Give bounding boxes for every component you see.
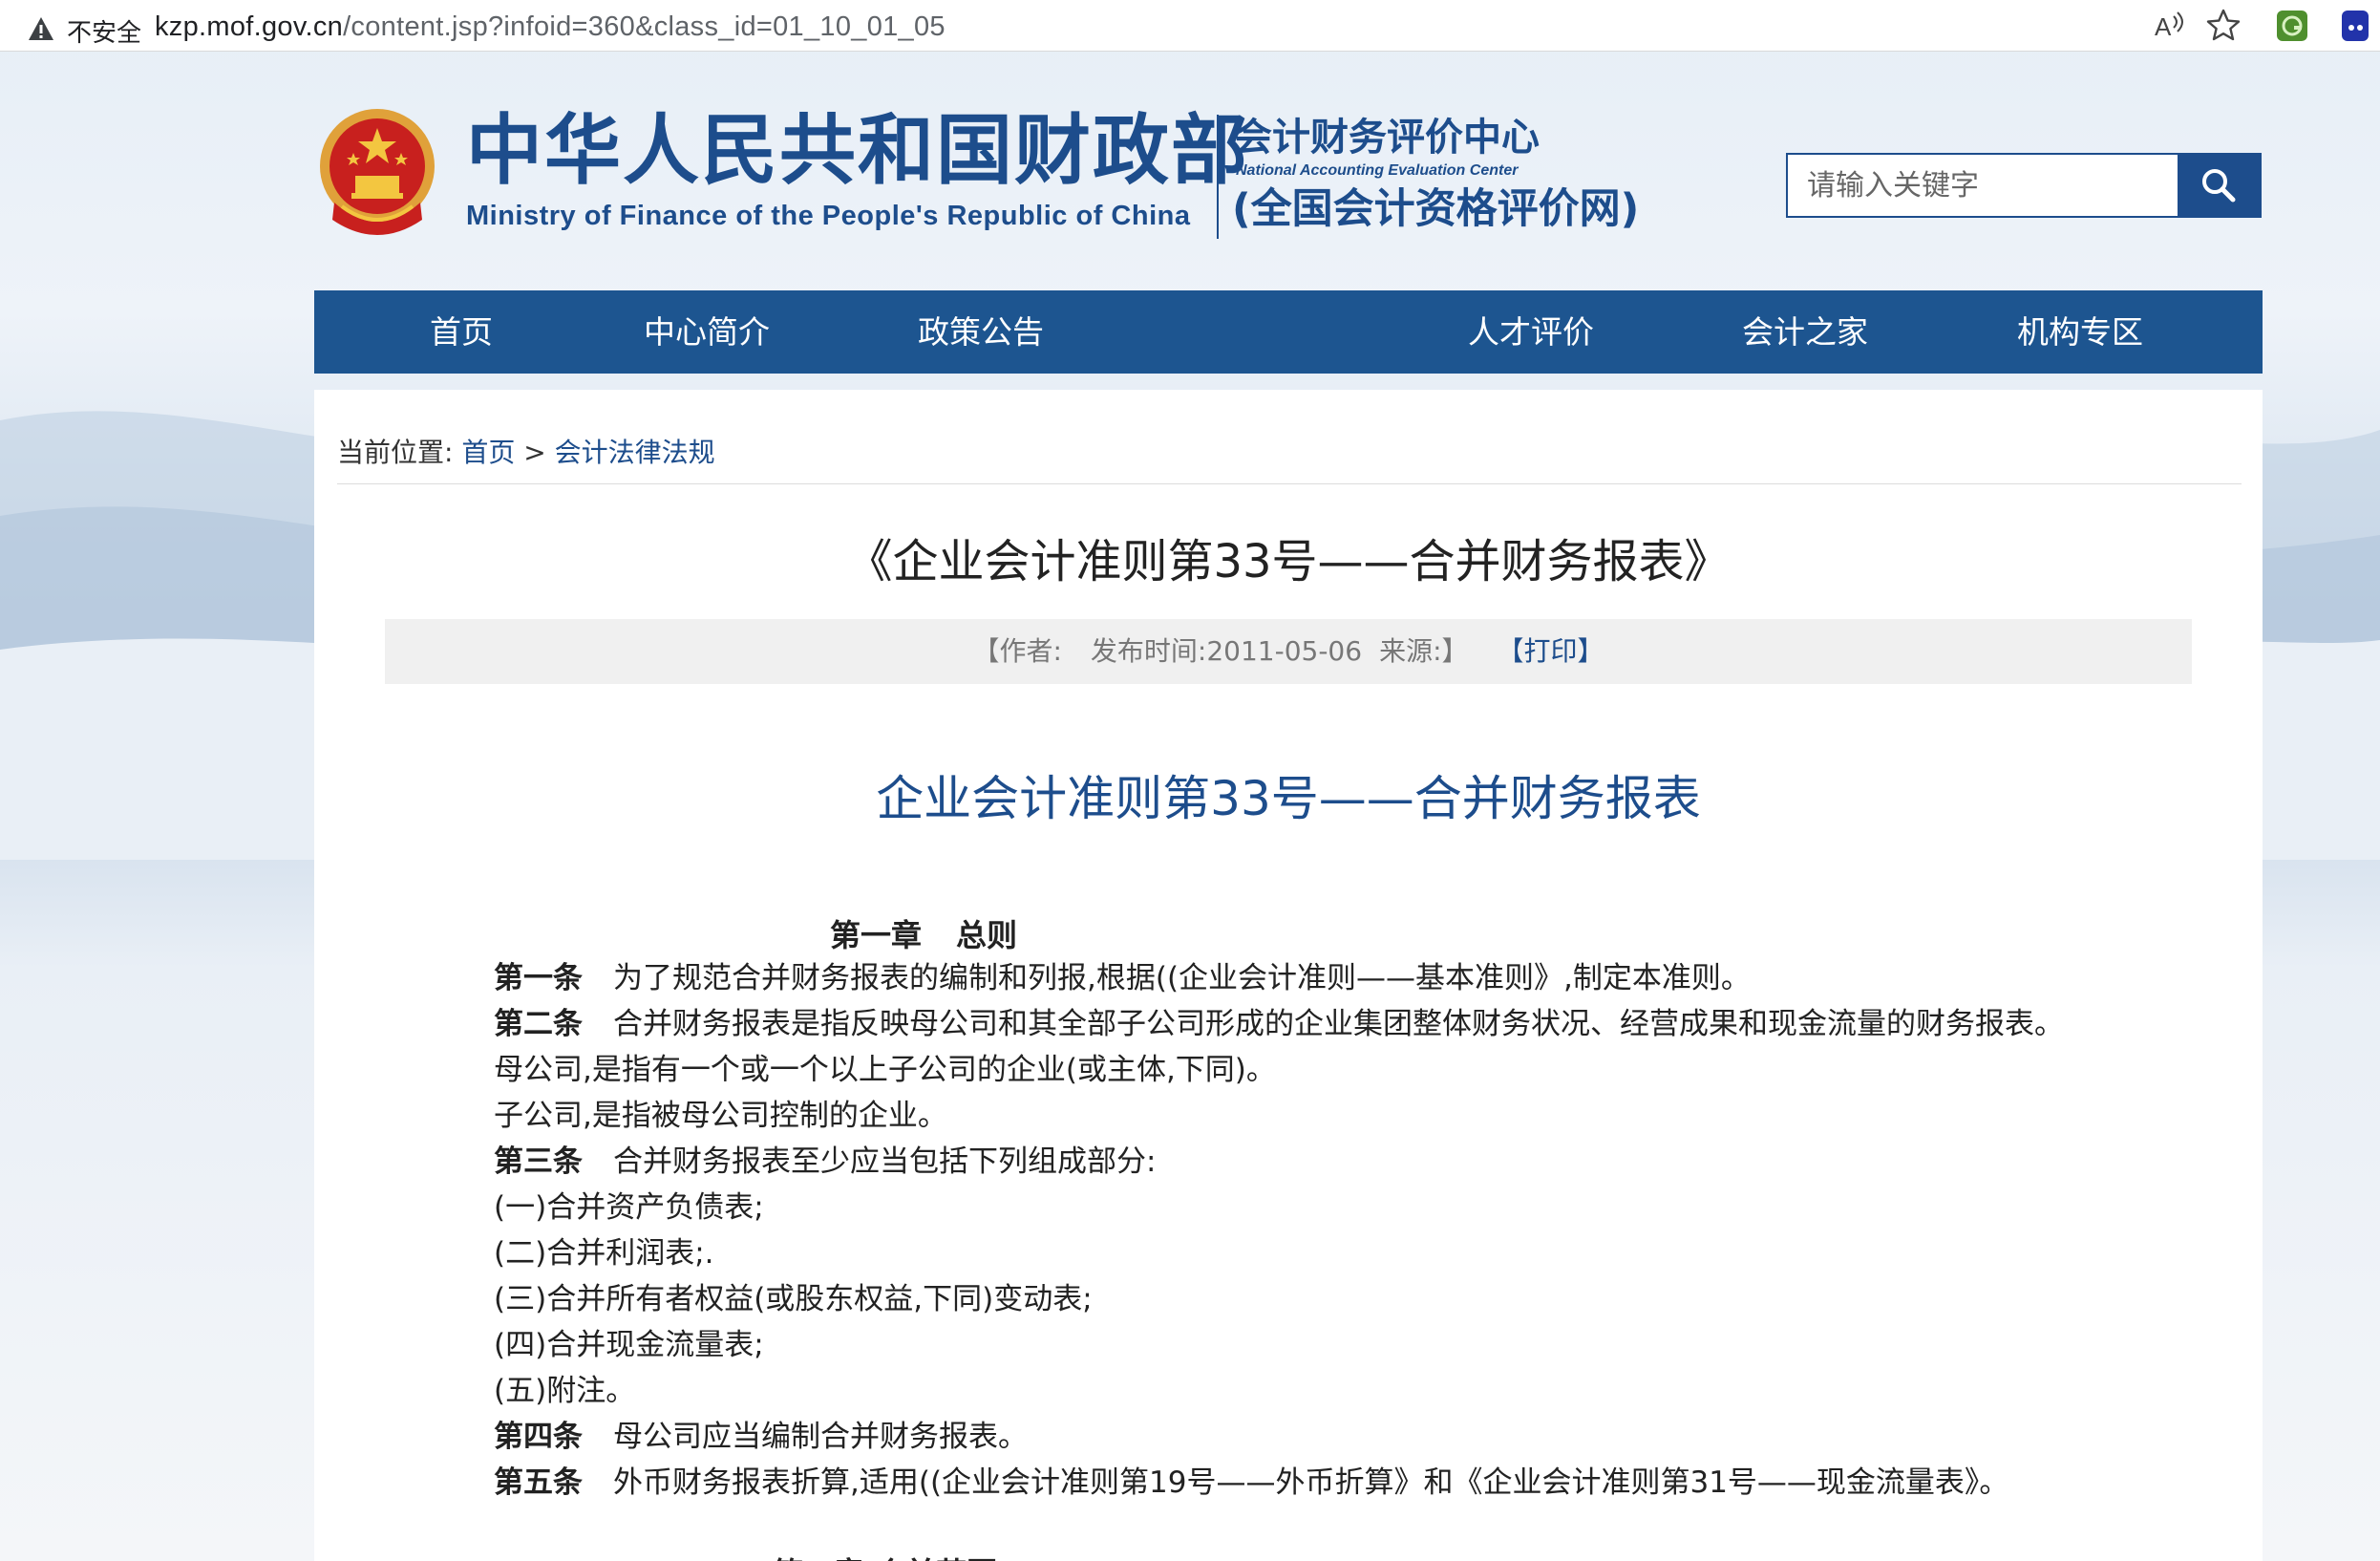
article-title: 《企业会计准则第33号——合并财务报表》	[846, 535, 1731, 588]
article-line: 第一条 为了规范合并财务报表的编制和列报,根据((企业会计准则——基本准则》,制定…	[494, 955, 2232, 1001]
favorite-star-icon[interactable]	[2204, 7, 2242, 45]
article-clause-text: 子公司,是指被母公司控制的企业。	[494, 1099, 947, 1133]
search-input[interactable]	[1788, 155, 2179, 216]
ministry-title-cn: 中华人民共和国财政部	[466, 106, 1249, 195]
extension-icon[interactable]	[2273, 7, 2311, 45]
article-line: 第五条 外币财务报表折算,适用((企业会计准则第19号——外币折算》和《企业会计准…	[494, 1460, 2232, 1506]
security-label[interactable]: 不安全	[67, 13, 141, 49]
meta-source: 来源:】	[1379, 635, 1469, 667]
meta-date: 发布时间:2011-05-06	[1090, 635, 1363, 667]
breadcrumb-current-link[interactable]: 会计法律法规	[555, 437, 715, 468]
next-chapter-heading-partial: 第二章 合并范围	[773, 1550, 997, 1561]
article-clause-text: 合并财务报表是指反映母公司和其全部子公司形成的企业集团整体财务状况、经营成果和现…	[613, 1007, 2064, 1041]
breadcrumb-separator: >	[523, 437, 546, 468]
article-line: (二)合并利润表;.	[494, 1230, 2232, 1276]
breadcrumb-prefix: 当前位置:	[337, 437, 454, 468]
article-clause-text: 为了规范合并财务报表的编制和列报,根据((企业会计准则——基本准则》,制定本准则…	[613, 961, 1751, 995]
article-clause-text: 合并财务报表至少应当包括下列组成部分:	[613, 1144, 1157, 1179]
document-title: 企业会计准则第33号——合并财务报表	[876, 771, 1701, 826]
article-clause-label: 第四条	[494, 1420, 583, 1454]
nav-institutions[interactable]: 机构专区	[2017, 290, 2143, 374]
article-line: 子公司,是指被母公司控制的企业。	[494, 1093, 2232, 1139]
center-name-en: National Accounting Evaluation Center	[1236, 162, 1519, 179]
article-clause-text: 母公司应当编制合并财务报表。	[613, 1420, 1028, 1454]
search-icon	[2202, 169, 2236, 203]
meta-author: 【作者:	[972, 635, 1062, 667]
nav-about[interactable]: 中心简介	[644, 290, 770, 374]
browser-address-bar: 不安全 kzp.mof.gov.cn/content.jsp?infoid=36…	[0, 0, 2380, 52]
svg-text:A: A	[2155, 12, 2172, 41]
article-clause-label: 第三条	[494, 1144, 583, 1179]
url-field[interactable]: 不安全 kzp.mof.gov.cn/content.jsp?infoid=36…	[6, 4, 2260, 48]
article-line: 母公司,是指有一个或一个以上子公司的企业(或主体,下同)。	[494, 1047, 2232, 1093]
chapter-heading: 第一章 总则	[830, 911, 1017, 955]
nav-home[interactable]: 首页	[430, 290, 493, 374]
ministry-title-en: Ministry of Finance of the People's Repu…	[466, 201, 1191, 231]
article-line: 第三条 合并财务报表至少应当包括下列组成部分:	[494, 1139, 2232, 1185]
nav-policy[interactable]: 政策公告	[918, 290, 1044, 374]
article-clause-label: 第五条	[494, 1465, 583, 1500]
article-line: 第二条 合并财务报表是指反映母公司和其全部子公司形成的企业集团整体财务状况、经营成…	[494, 1001, 2232, 1047]
content-panel: 当前位置: 首页 > 会计法律法规 《企业会计准则第33号——合并财务报表》 【…	[314, 390, 2263, 1561]
article-clause-text: (五)附注。	[494, 1374, 636, 1408]
url-path: /content.jsp?infoid=360&class_id=01_10_0…	[343, 11, 946, 42]
warning-icon[interactable]	[27, 15, 55, 42]
article-clause-label: 第一条	[494, 961, 583, 995]
site-search	[1786, 153, 2262, 218]
article-clause-text: (一)合并资产负债表;	[494, 1190, 764, 1225]
article-meta-bar: 【作者: 发布时间:2011-05-06 来源:】 【打印】	[385, 619, 2192, 684]
article-clause-label: 第二条	[494, 1007, 583, 1041]
nav-accounting-home[interactable]: 会计之家	[1742, 290, 1868, 374]
header-divider	[1217, 115, 1219, 239]
article-body: 第一条 为了规范合并财务报表的编制和列报,根据((企业会计准则——基本准则》,制定…	[494, 955, 2232, 1506]
nav-talent[interactable]: 人才评价	[1468, 290, 1594, 374]
url-text[interactable]: kzp.mof.gov.cn/content.jsp?infoid=360&cl…	[155, 11, 946, 43]
article-clause-text: (三)合并所有者权益(或股东权益,下同)变动表;	[494, 1282, 1093, 1316]
article-clause-text: (二)合并利润表;.	[494, 1236, 714, 1271]
breadcrumb-home-link[interactable]: 首页	[461, 437, 515, 468]
main-nav: 首页 中心简介 政策公告 人才评价 会计之家 机构专区	[314, 290, 2263, 374]
print-link[interactable]: 【打印】	[1498, 635, 1604, 667]
article-clause-text: 母公司,是指有一个或一个以上子公司的企业(或主体,下同)。	[494, 1053, 1276, 1087]
center-name-cn: 会计财务评价中心	[1234, 116, 1540, 160]
center-subtitle: (全国会计资格评价网)	[1232, 185, 1640, 233]
search-button[interactable]	[2178, 155, 2260, 216]
read-aloud-icon[interactable]: A	[2151, 7, 2189, 45]
article-line: (四)合并现金流量表;	[494, 1322, 2232, 1368]
article-line: (一)合并资产负债表;	[494, 1185, 2232, 1230]
article-line: (五)附注。	[494, 1368, 2232, 1414]
article-clause-text: 外币财务报表折算,适用((企业会计准则第19号——外币折算》和《企业会计准则第3…	[613, 1465, 2009, 1500]
profile-extension-icon[interactable]	[2336, 7, 2374, 45]
chapter-name: 总则	[956, 917, 1018, 953]
article-line: 第四条 母公司应当编制合并财务报表。	[494, 1414, 2232, 1460]
url-host: kzp.mof.gov.cn	[155, 11, 344, 42]
article-line: (三)合并所有者权益(或股东权益,下同)变动表;	[494, 1276, 2232, 1322]
article-clause-text: (四)合并现金流量表;	[494, 1328, 764, 1362]
breadcrumb: 当前位置: 首页 > 会计法律法规	[337, 432, 715, 470]
breadcrumb-divider	[337, 483, 2242, 484]
chapter-number: 第一章	[830, 917, 923, 953]
national-emblem-logo	[320, 109, 435, 235]
